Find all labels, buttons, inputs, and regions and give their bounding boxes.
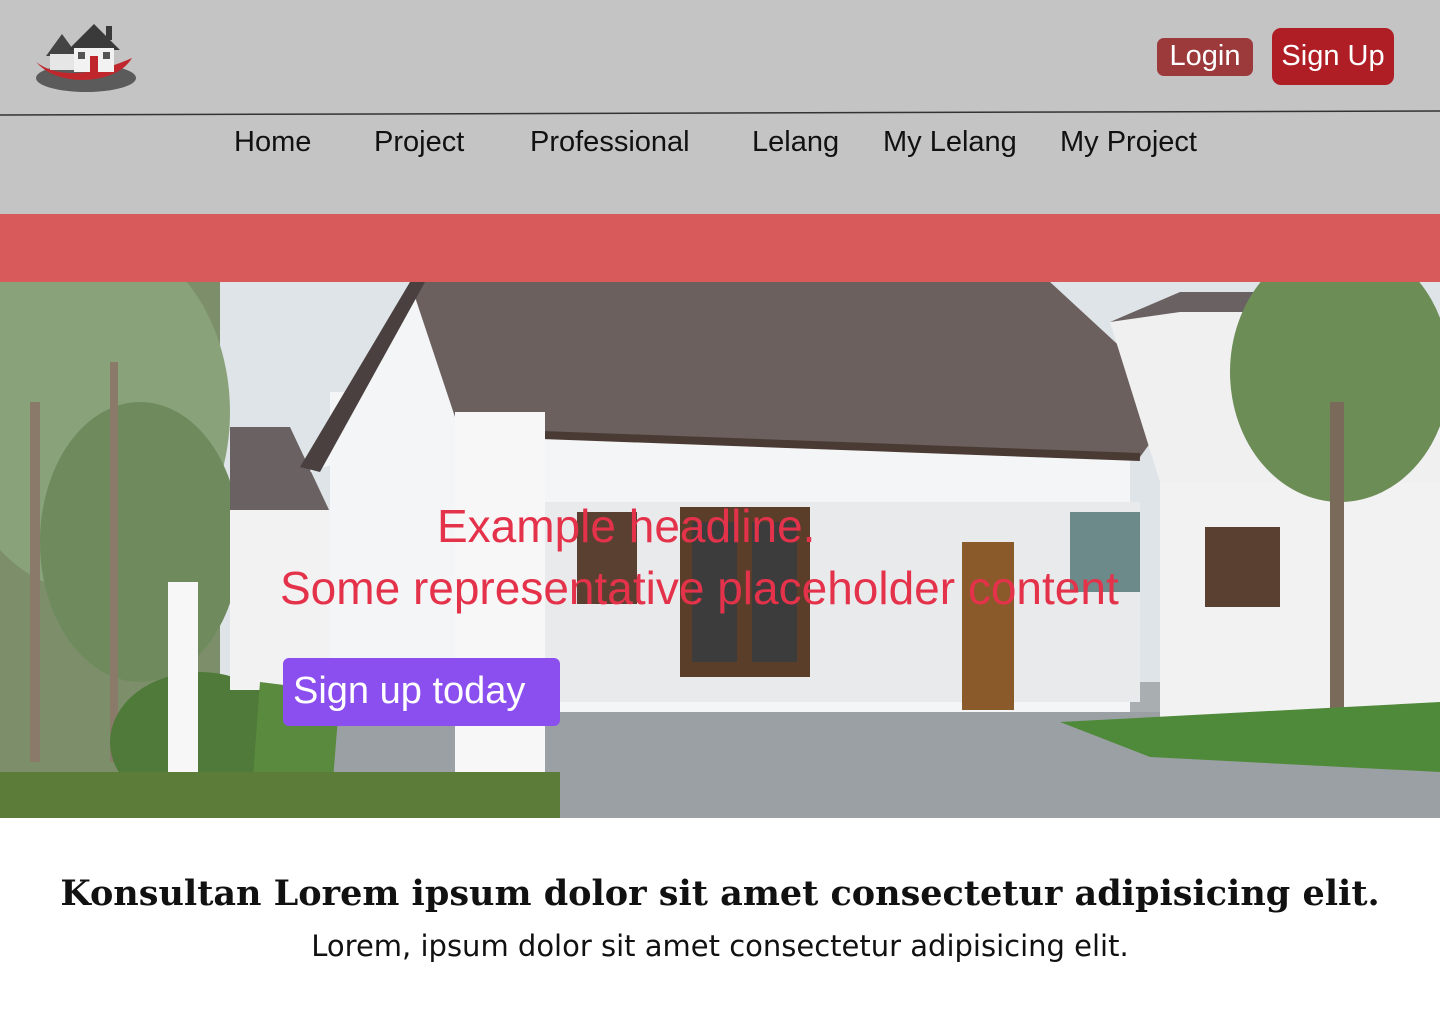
nav-item-home[interactable]: Home bbox=[234, 122, 311, 162]
sign-up-today-button[interactable]: Sign up today bbox=[283, 658, 560, 726]
nav-item-lelang[interactable]: Lelang bbox=[752, 122, 839, 162]
section-title: Konsultan Lorem ipsum dolor sit amet con… bbox=[60, 873, 1380, 914]
login-button[interactable]: Login bbox=[1157, 38, 1253, 76]
hero-headline: Example headline. bbox=[437, 500, 816, 552]
hero-banner: Example headline. Some representative pl… bbox=[0, 282, 1440, 818]
house-logo-icon[interactable] bbox=[28, 16, 140, 102]
nav-item-my-project[interactable]: My Project bbox=[1060, 122, 1197, 162]
accent-band bbox=[0, 214, 1440, 282]
section-subtitle: Lorem, ipsum dolor sit amet consectetur … bbox=[311, 929, 1129, 963]
nav-item-my-lelang[interactable]: My Lelang bbox=[883, 122, 1017, 162]
hero-subheadline: Some representative placeholder content bbox=[280, 562, 1119, 614]
header-bar: Login Sign Up Home Project Professional … bbox=[0, 0, 1440, 214]
header-divider bbox=[0, 110, 1440, 116]
nav-item-project[interactable]: Project bbox=[374, 122, 464, 162]
sign-up-button[interactable]: Sign Up bbox=[1272, 28, 1394, 85]
nav-item-professional[interactable]: Professional bbox=[530, 122, 690, 162]
